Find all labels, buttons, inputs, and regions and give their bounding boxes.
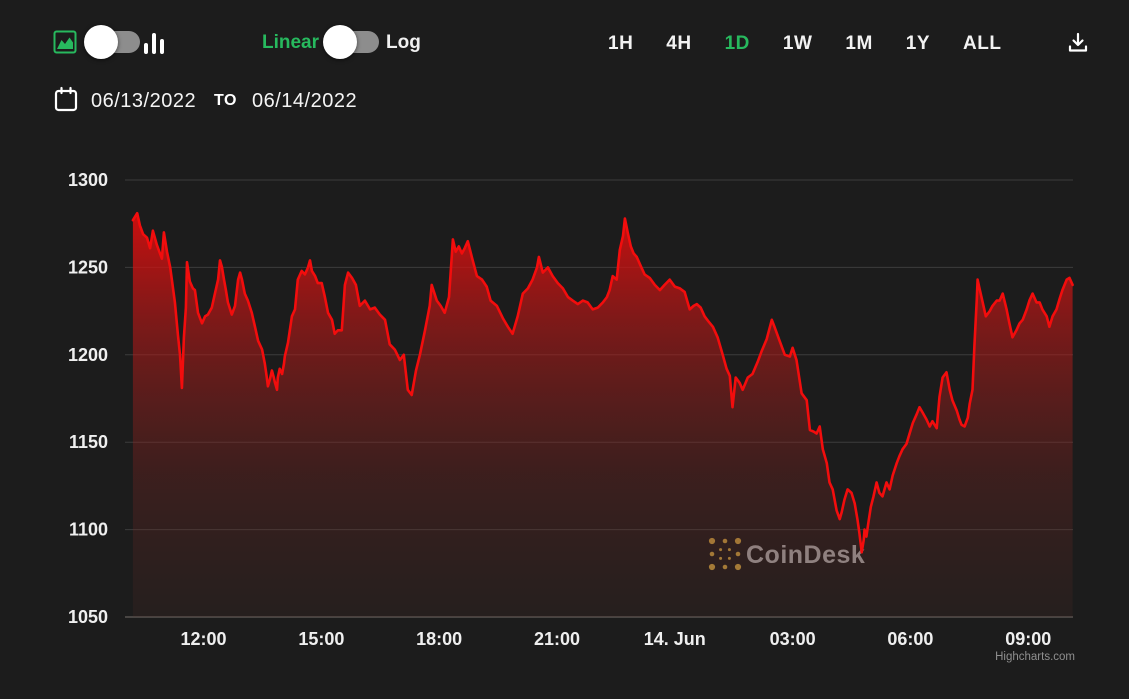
x-tick-label: 09:00 bbox=[1005, 629, 1051, 649]
y-tick-label: 1100 bbox=[69, 520, 108, 540]
x-tick-label: 21:00 bbox=[534, 629, 580, 649]
x-tick-label: 18:00 bbox=[416, 629, 462, 649]
x-tick-label: 14. Jun bbox=[644, 629, 706, 649]
x-tick-label: 03:00 bbox=[770, 629, 816, 649]
x-tick-label: 12:00 bbox=[181, 629, 227, 649]
coindesk-price-chart-app: Linear Log 1H 4H 1D 1W 1M 1Y ALL 06/13/2022 TO… bbox=[0, 0, 1129, 699]
y-tick-label: 1250 bbox=[68, 257, 108, 277]
y-tick-label: 1300 bbox=[68, 170, 108, 190]
y-tick-label: 1150 bbox=[69, 432, 108, 452]
y-tick-label: 1050 bbox=[68, 607, 108, 627]
x-tick-label: 15:00 bbox=[298, 629, 344, 649]
highcharts-credit[interactable]: Highcharts.com bbox=[995, 651, 1075, 663]
y-tick-label: 1200 bbox=[68, 345, 108, 365]
x-tick-label: 06:00 bbox=[887, 629, 933, 649]
chart-plot-area[interactable] bbox=[125, 180, 1073, 617]
